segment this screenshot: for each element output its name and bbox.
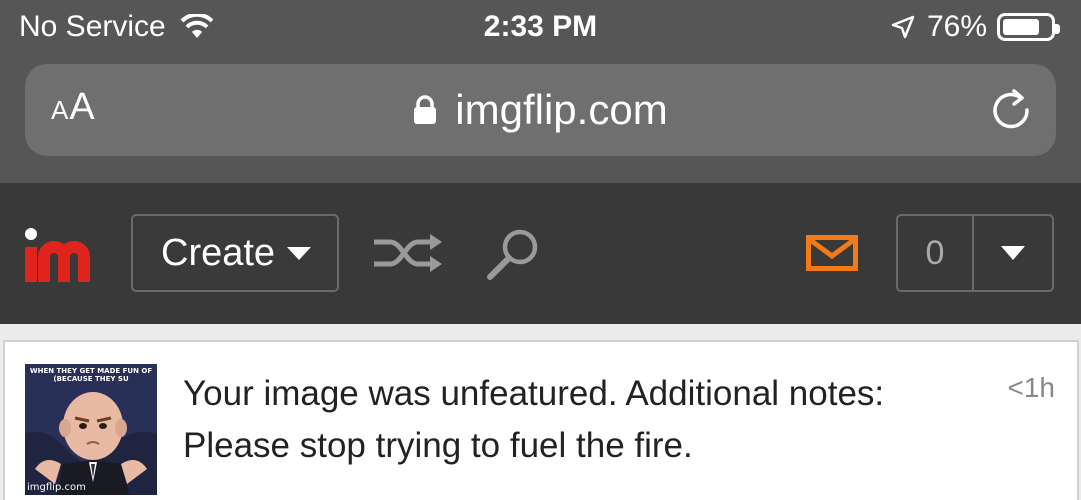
imgflip-logo[interactable] [22,227,104,283]
mail-icon [806,235,858,271]
user-menu[interactable]: 0 [896,214,1054,292]
boss-baby-image [25,364,157,495]
site-navbar: Create 0 [0,183,1081,324]
user-menu-dropdown[interactable] [974,216,1052,290]
address-bar[interactable]: AA imgflip.com [25,64,1056,156]
status-bar: No Service 2:33 PM 76% [0,0,1081,56]
meme-thumbnail[interactable]: WHEN THEY GET MADE FUN OF (BECAUSE THEY … [25,364,157,495]
notification-item[interactable]: WHEN THEY GET MADE FUN OF (BECAUSE THEY … [3,340,1079,500]
search-button[interactable] [486,227,542,288]
location-arrow-icon [891,15,915,39]
points-count: 0 [898,216,974,290]
caret-down-icon [287,246,312,260]
create-dropdown-button[interactable]: Create [131,214,339,292]
thumbnail-watermark: imgflip.com [27,482,86,493]
reload-button[interactable] [990,88,1032,137]
notifications-button[interactable] [806,235,858,276]
url-text: imgflip.com [455,86,668,133]
battery-icon [997,13,1060,41]
browser-chrome: No Service 2:33 PM 76% AA imgflip.com [0,0,1081,183]
battery-percent: 76% [926,10,987,43]
caret-down-icon [1001,246,1025,260]
reload-icon [993,89,1029,129]
search-icon [487,229,538,280]
random-button[interactable] [372,233,444,278]
thumbnail-caption: WHEN THEY GET MADE FUN OF (BECAUSE THEY … [29,367,153,383]
notification-message: Your image was unfeatured. Additional no… [183,374,885,465]
notification-time: <1h [1007,372,1056,403]
shuffle-icon [374,234,442,272]
status-right: 76% [891,10,1060,44]
url-display[interactable]: imgflip.com [25,86,1056,134]
create-label: Create [161,231,276,274]
lock-icon [413,95,437,125]
